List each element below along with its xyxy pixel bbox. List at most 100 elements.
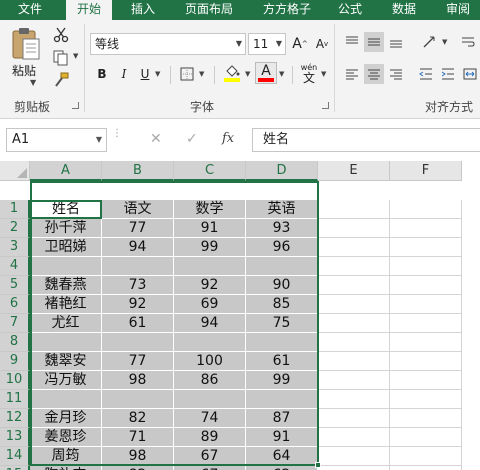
row-header-7[interactable]: 7 [0, 314, 30, 333]
cell-e13[interactable] [318, 428, 390, 447]
cell-d8[interactable] [246, 333, 318, 352]
cell-e7[interactable] [318, 314, 390, 333]
cell-d11[interactable] [246, 390, 318, 409]
row-header-5[interactable]: 5 [0, 276, 30, 295]
cell-a5[interactable]: 魏春燕 [30, 276, 102, 295]
wrap-text-button[interactable] [458, 32, 478, 52]
underline-dropdown-icon[interactable]: ▼ [155, 70, 160, 78]
align-middle-button[interactable] [364, 32, 384, 52]
cell-f5[interactable] [390, 276, 462, 295]
cell-f14[interactable] [390, 447, 462, 466]
column-header-b[interactable]: B [102, 161, 174, 181]
cell-c12[interactable]: 74 [174, 409, 246, 428]
copy-dropdown-icon[interactable]: ▼ [73, 52, 78, 60]
cancel-icon[interactable]: ✕ [150, 131, 162, 147]
paste-dropdown-icon[interactable]: ▼ [30, 78, 36, 87]
cell-a3[interactable]: 卫昭娣 [30, 238, 102, 257]
orientation-dropdown-icon[interactable]: ▼ [442, 38, 447, 46]
merge-center-button[interactable] [460, 64, 480, 84]
clipboard-launcher-icon[interactable] [72, 102, 79, 109]
cell-e14[interactable] [318, 447, 390, 466]
cell-b4[interactable] [102, 257, 174, 276]
cell-a7[interactable]: 尤红 [30, 314, 102, 333]
column-header-e[interactable]: E [318, 161, 390, 181]
cell-b14[interactable]: 98 [102, 447, 174, 466]
name-box[interactable]: A1 ▼ [6, 128, 107, 152]
cell-c14[interactable]: 67 [174, 447, 246, 466]
cell-d15[interactable]: 62 [246, 466, 318, 470]
row-header-4[interactable]: 4 [0, 257, 30, 276]
cell-c4[interactable] [174, 257, 246, 276]
cell-d10[interactable]: 99 [246, 371, 318, 390]
cell-a11[interactable] [30, 390, 102, 409]
cell-b13[interactable]: 71 [102, 428, 174, 447]
cell-b15[interactable]: 82 [102, 466, 174, 470]
fill-color-dropdown-icon[interactable]: ▼ [245, 70, 250, 78]
cell-c13[interactable]: 89 [174, 428, 246, 447]
cell-b9[interactable]: 77 [102, 352, 174, 371]
row-header-1[interactable]: 1 [0, 200, 30, 219]
cell-f10[interactable] [390, 371, 462, 390]
cell-a9[interactable]: 魏翠安 [30, 352, 102, 371]
cell-c2[interactable]: 91 [174, 219, 246, 238]
tab-page-layout[interactable]: 页面布局 [176, 0, 242, 20]
cell-d3[interactable]: 96 [246, 238, 318, 257]
enter-icon[interactable]: ✓ [186, 131, 198, 147]
underline-button[interactable]: U [136, 64, 154, 84]
cell-b8[interactable] [102, 333, 174, 352]
cell-f7[interactable] [390, 314, 462, 333]
cell-a14[interactable]: 周筠 [30, 447, 102, 466]
cut-button[interactable] [50, 25, 72, 45]
cell-c11[interactable] [174, 390, 246, 409]
insert-function-icon[interactable]: fx [222, 131, 234, 146]
cell-b3[interactable]: 94 [102, 238, 174, 257]
row-header-15[interactable]: 15 [0, 466, 30, 470]
cell-c1[interactable]: 数学 [174, 200, 246, 219]
cell-e6[interactable] [318, 295, 390, 314]
cell-d14[interactable]: 64 [246, 447, 318, 466]
formula-input[interactable]: 姓名 [252, 128, 480, 152]
fill-color-button[interactable] [221, 62, 243, 84]
cell-e12[interactable] [318, 409, 390, 428]
copy-button[interactable] [50, 48, 72, 68]
orientation-button[interactable] [418, 32, 442, 52]
font-color-dropdown-icon[interactable]: ▼ [279, 70, 284, 78]
cell-b2[interactable]: 77 [102, 219, 174, 238]
cell-f15[interactable] [390, 466, 462, 470]
cell-d5[interactable]: 90 [246, 276, 318, 295]
tab-review[interactable]: 审阅 [436, 0, 480, 20]
cell-e10[interactable] [318, 371, 390, 390]
cell-e2[interactable] [318, 219, 390, 238]
tab-data[interactable]: 数据 [382, 0, 426, 20]
row-header-10[interactable]: 10 [0, 371, 30, 390]
cell-c3[interactable]: 99 [174, 238, 246, 257]
cell-a2[interactable]: 孙千萍 [30, 219, 102, 238]
cell-c7[interactable]: 94 [174, 314, 246, 333]
cell-f11[interactable] [390, 390, 462, 409]
align-top-button[interactable] [342, 32, 362, 52]
cell-e4[interactable] [318, 257, 390, 276]
font-family-select[interactable]: 等线 ▼ [90, 33, 246, 55]
align-bottom-button[interactable] [386, 32, 406, 52]
cell-d4[interactable] [246, 257, 318, 276]
bold-button[interactable]: B [92, 64, 112, 84]
cell-d2[interactable]: 93 [246, 219, 318, 238]
decrease-indent-button[interactable] [416, 64, 436, 84]
column-header-c[interactable]: C [174, 161, 246, 181]
tab-formulas[interactable]: 公式 [328, 0, 372, 20]
column-header-f[interactable]: F [390, 161, 462, 181]
cell-c5[interactable]: 92 [174, 276, 246, 295]
cell-b6[interactable]: 92 [102, 295, 174, 314]
tab-fangfang-grid[interactable]: 方方格子 [254, 0, 320, 20]
row-header-14[interactable]: 14 [0, 447, 30, 466]
cell-b12[interactable]: 82 [102, 409, 174, 428]
cell-b5[interactable]: 73 [102, 276, 174, 295]
borders-dropdown-icon[interactable]: ▼ [199, 70, 204, 78]
row-header-8[interactable]: 8 [0, 333, 30, 352]
cell-e3[interactable] [318, 238, 390, 257]
grow-font-button[interactable]: A ^ [290, 34, 310, 54]
cell-d9[interactable]: 61 [246, 352, 318, 371]
paste-button[interactable] [8, 26, 44, 62]
cell-d6[interactable]: 85 [246, 295, 318, 314]
row-header-3[interactable]: 3 [0, 238, 30, 257]
